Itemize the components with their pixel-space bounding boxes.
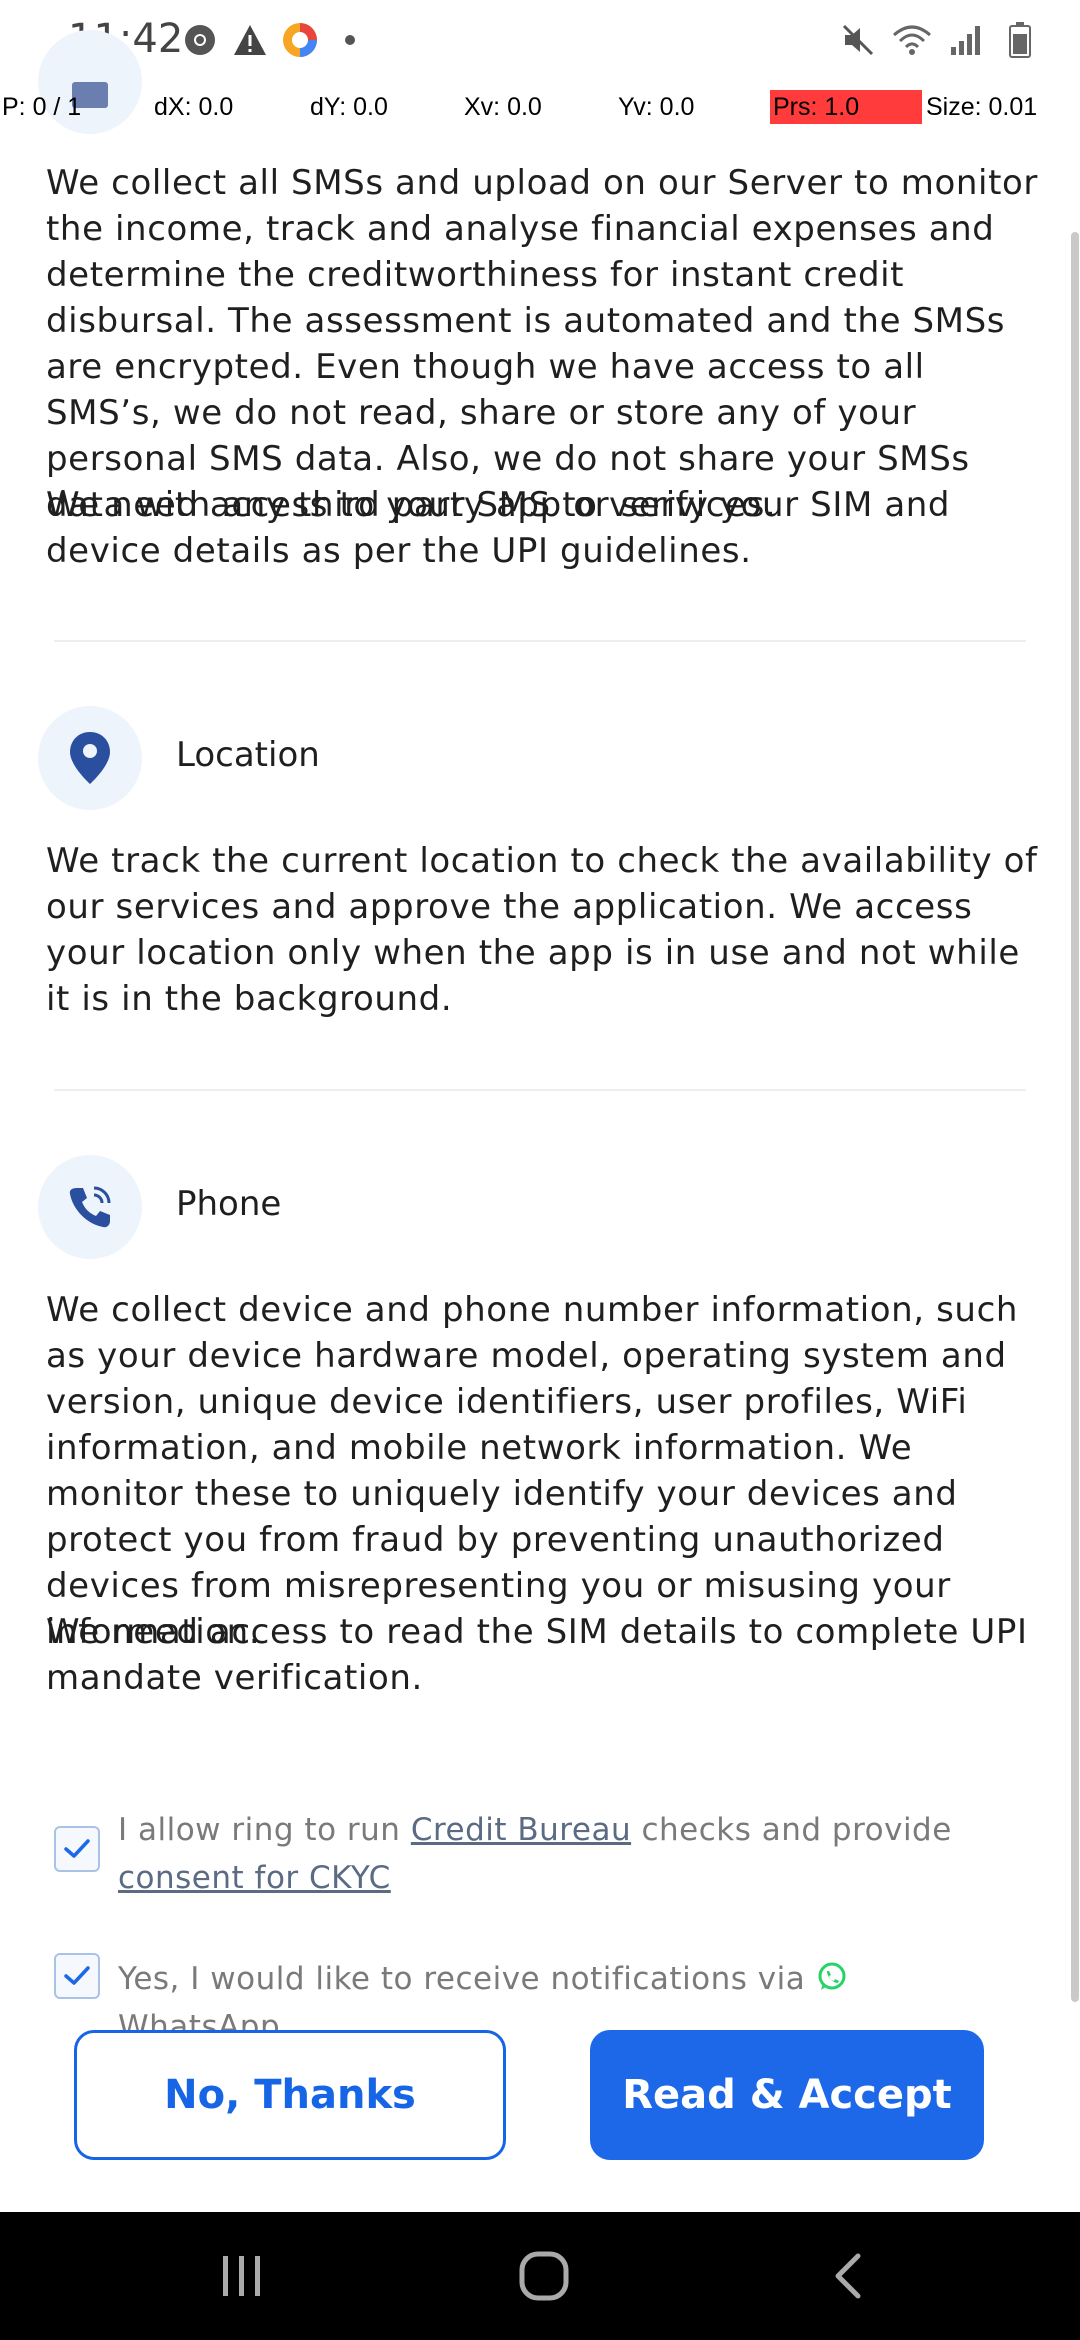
phone-title: Phone [176, 1184, 282, 1224]
consent-prefix: I allow ring to run [118, 1812, 401, 1848]
ckyc-consent-link[interactable]: consent for CKYC [118, 1860, 391, 1896]
location-description: We track the current location to check t… [46, 841, 1038, 1019]
app-icon [280, 20, 320, 60]
read-accept-button[interactable]: Read & Accept [590, 2030, 984, 2160]
signal-icon [946, 20, 986, 60]
debug-p: P: 0 / 1 [2, 93, 82, 121]
debug-size: Size: 0.01 [926, 93, 1038, 121]
check-icon [64, 1966, 90, 1985]
wifi-icon [892, 20, 932, 60]
debug-prs: Prs: 1.0 [770, 90, 922, 124]
dot-icon [330, 20, 370, 60]
no-thanks-button[interactable]: No, Thanks [74, 2030, 506, 2160]
debug-dy: dY: 0.0 [310, 93, 388, 121]
debug-yv: Yv: 0.0 [618, 93, 695, 121]
whatsapp-icon [818, 1962, 846, 1990]
pointer-debug-overlay: P: 0 / 1 dX: 0.0 dY: 0.0 Xv: 0.0 Yv: 0.0… [0, 84, 1080, 130]
divider [54, 1089, 1026, 1091]
home-icon[interactable] [514, 2246, 574, 2306]
whatsapp-prefix: Yes, I would like to receive notificatio… [118, 1961, 806, 1997]
phone-description: We collect device and phone number infor… [46, 1290, 1019, 1652]
credit-bureau-consent-text: I allow ring to run Credit Bureau checks… [118, 1806, 1018, 1902]
debug-xv: Xv: 0.0 [464, 93, 542, 121]
whatsapp-checkbox[interactable] [54, 1953, 100, 1999]
status-bar: 11:42 [0, 0, 1080, 84]
location-pin-icon [38, 706, 142, 810]
back-icon[interactable] [818, 2246, 878, 2306]
sms-description: We collect all SMSs and upload on our Se… [46, 163, 1038, 525]
location-title: Location [176, 735, 320, 775]
divider [54, 640, 1026, 642]
phone-call-icon [38, 1155, 142, 1259]
chrome-icon [180, 20, 220, 60]
credit-bureau-link[interactable]: Credit Bureau [411, 1812, 631, 1848]
scrollbar[interactable] [1071, 232, 1079, 2002]
mute-icon [838, 20, 878, 60]
sms-description-2: We need access to your SMS to verify you… [46, 485, 951, 571]
consent-middle: checks and provide [641, 1812, 952, 1848]
check-icon [64, 1839, 90, 1858]
battery-icon [1000, 20, 1040, 60]
navigation-bar [0, 2212, 1080, 2340]
status-icons-right [838, 20, 1040, 60]
status-icons-left [180, 20, 370, 60]
debug-dx: dX: 0.0 [154, 93, 234, 121]
credit-bureau-checkbox[interactable] [54, 1826, 100, 1872]
recent-apps-icon[interactable] [212, 2246, 272, 2306]
warning-icon [230, 20, 270, 60]
phone-description-2: We need access to read the SIM details t… [46, 1612, 1028, 1698]
